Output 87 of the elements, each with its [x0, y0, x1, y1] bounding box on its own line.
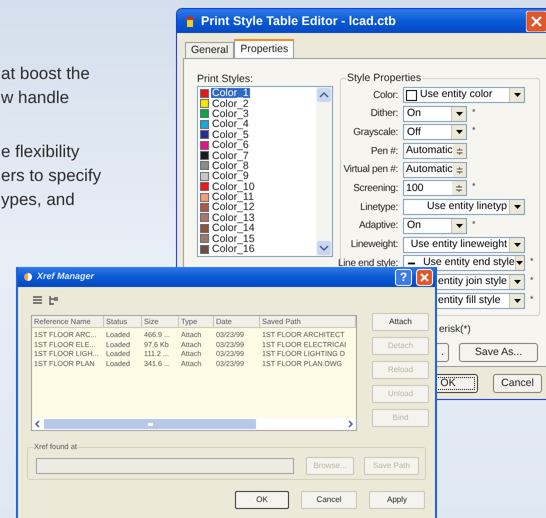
asterisk-mark: *	[530, 274, 534, 287]
asterisk-mark: *	[472, 124, 476, 138]
print-style-item[interactable]: Color_7	[200, 150, 316, 161]
tab[interactable]: Properties	[234, 39, 294, 58]
caret-icon	[456, 130, 462, 134]
property-label: Grayscale:	[353, 126, 398, 140]
asterisk-mark: *	[472, 180, 476, 194]
print-style-item[interactable]: Color_16	[200, 244, 316, 254]
dropdown-field[interactable]: On	[403, 106, 467, 122]
caret-icon	[514, 298, 520, 303]
dropdown-field[interactable]: Off	[403, 124, 467, 140]
horizontal-scrollbar[interactable]	[32, 418, 356, 430]
property-label: Line end style:	[338, 256, 398, 271]
cancel-button[interactable]: Cancel	[493, 374, 542, 393]
print-styles-label: Print Styles:	[197, 73, 254, 86]
side-button[interactable]: Attach	[372, 313, 429, 331]
group-title: Style Properties	[346, 72, 422, 84]
dropdown-field[interactable]: Use entity end style	[403, 255, 525, 272]
body-text-line: ypes, and	[1, 189, 75, 211]
dialog-button[interactable]: OK	[235, 491, 289, 509]
dropdown-field[interactable]: Use entity lineweight	[403, 236, 525, 252]
spinner-arrows-icon	[452, 181, 466, 196]
body-text-line: e flexibility	[1, 141, 80, 163]
print-style-item[interactable]: Color_8	[200, 160, 316, 172]
tab[interactable]: General	[185, 42, 234, 58]
app-icon	[23, 272, 33, 282]
print-style-item[interactable]: Color_9	[200, 171, 316, 182]
print-style-item[interactable]: Color_12	[200, 202, 316, 213]
body-text-line: w handle	[1, 87, 70, 109]
window-title: Print Style Table Editor - lcad.ctb	[201, 12, 397, 30]
asterisk-mark: *	[472, 218, 476, 231]
footnote-text: erisk(*)	[439, 323, 472, 337]
vertical-scrollbar[interactable]	[316, 87, 332, 256]
print-style-item[interactable]: Color_5	[200, 130, 316, 140]
property-label: Pen #:	[370, 144, 398, 159]
print-style-item[interactable]: Color_11	[200, 192, 316, 202]
help-button[interactable]: ?	[395, 268, 412, 286]
caret-icon	[514, 280, 520, 284]
spinner-arrows-icon	[452, 144, 466, 158]
print-style-item[interactable]: Color_2	[200, 98, 316, 109]
spin-field[interactable]: 100	[403, 180, 467, 196]
scroll-thumb[interactable]	[44, 419, 256, 429]
dropdown-field[interactable]: Use entity linetyp	[403, 199, 525, 216]
app-icon	[183, 14, 197, 28]
scroll-down-icon[interactable]	[316, 240, 332, 256]
print-style-item[interactable]: Color_14	[200, 223, 316, 234]
print-style-item[interactable]: Color_6	[200, 140, 316, 150]
property-label: Linetype:	[360, 200, 398, 215]
asterisk-mark: *	[472, 106, 476, 119]
spin-field[interactable]: Automatic	[403, 143, 467, 160]
property-label: Adaptive:	[359, 219, 398, 234]
caret-icon	[516, 261, 524, 266]
window-title: Xref Manager	[37, 270, 96, 284]
property-label: Dither:	[370, 107, 398, 122]
body-text-line: at boost the	[1, 63, 90, 85]
xref-path-field[interactable]	[36, 458, 294, 474]
property-label: Color:	[373, 88, 398, 102]
color-swatch-icon	[406, 90, 417, 100]
dialog-button[interactable]: Save As...	[459, 343, 538, 362]
print-style-item[interactable]: Color_1	[200, 88, 316, 98]
caret-icon	[514, 205, 520, 210]
dialog-button[interactable]: Apply	[369, 491, 425, 509]
property-label: Lineweight:	[350, 238, 398, 252]
caret-icon	[456, 112, 462, 116]
print-style-item[interactable]: Color_13	[200, 212, 316, 224]
dropdown-field[interactable]: On	[403, 218, 467, 234]
tree-view-icon[interactable]	[48, 295, 59, 306]
property-label: Screening:	[353, 182, 398, 196]
print-style-item[interactable]: Color_15	[200, 233, 316, 244]
print-style-item[interactable]: Color_10	[200, 182, 316, 192]
property-label: Virtual pen #:	[343, 163, 398, 178]
caret-icon	[514, 93, 520, 97]
scroll-up-icon[interactable]	[316, 87, 332, 103]
asterisk-mark: *	[530, 292, 534, 306]
caret-icon	[456, 224, 462, 228]
asterisk-mark: *	[530, 255, 534, 268]
close-icon[interactable]	[416, 268, 433, 286]
print-style-item[interactable]: Color_4	[200, 119, 316, 130]
print-style-item[interactable]: Color_3	[200, 108, 316, 120]
dialog-button[interactable]: Cancel	[301, 491, 357, 509]
caret-icon	[514, 242, 520, 246]
color-dropdown[interactable]: Use entity color	[403, 87, 525, 103]
spin-field[interactable]: Automatic	[403, 162, 467, 178]
spinner-arrows-icon	[452, 162, 466, 177]
close-icon[interactable]	[526, 10, 546, 32]
body-text-line: ers to specify	[1, 165, 102, 187]
list-view-icon[interactable]	[32, 295, 43, 306]
